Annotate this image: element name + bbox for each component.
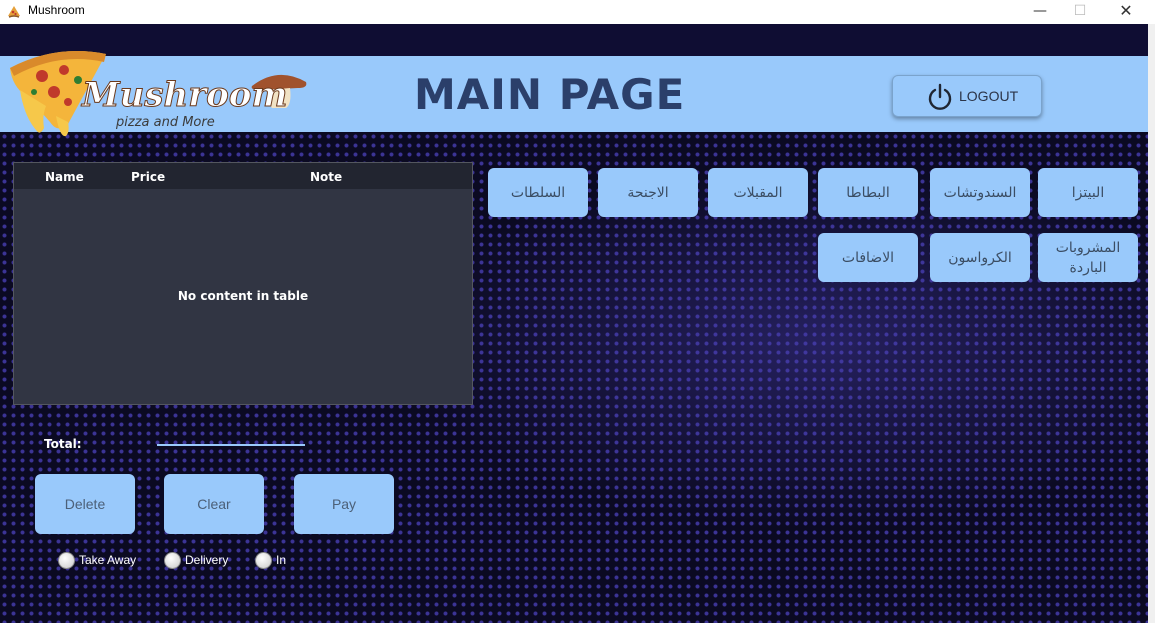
window-title-bar: Mushroom — ☐ ✕	[0, 0, 1155, 24]
column-header-price[interactable]: Price	[131, 170, 165, 184]
category-button-sandwiches[interactable]: السندوتشات	[930, 168, 1030, 217]
logo-tagline: pizza and More	[115, 115, 215, 130]
column-header-note[interactable]: Note	[310, 170, 342, 184]
app-icon	[8, 6, 20, 18]
radio-label-delivery: Delivery	[185, 553, 229, 567]
logo-text: Mushroom	[81, 75, 287, 115]
page-title: MAIN PAGE	[414, 70, 686, 119]
clear-button[interactable]: Clear	[164, 474, 264, 534]
maximize-button[interactable]: ☐	[1057, 0, 1103, 24]
category-button-salads[interactable]: السلطات	[488, 168, 588, 217]
category-button-appetizers[interactable]: المقبلات	[708, 168, 808, 217]
order-table[interactable]: Name Price Note No content in table	[13, 162, 473, 405]
category-button-extras[interactable]: الاضافات	[818, 233, 918, 282]
radio-circle[interactable]	[255, 552, 272, 569]
table-empty-message: No content in table	[177, 289, 309, 303]
logout-button[interactable]: LOGOUT	[892, 75, 1042, 117]
category-button-croissant[interactable]: الكرواسون	[930, 233, 1030, 282]
total-field[interactable]	[157, 430, 305, 446]
power-icon	[928, 83, 952, 110]
category-button-cold-drinks[interactable]: المشروبات الباردة	[1038, 233, 1138, 282]
close-button[interactable]: ✕	[1103, 0, 1149, 24]
total-label: Total:	[44, 437, 82, 451]
radio-circle[interactable]	[58, 552, 75, 569]
window-title: Mushroom	[28, 3, 85, 17]
category-button-potatoes[interactable]: البطاطا	[818, 168, 918, 217]
column-header-name[interactable]: Name	[45, 170, 84, 184]
category-button-pizza[interactable]: البيتزا	[1038, 168, 1138, 217]
delete-button[interactable]: Delete	[35, 474, 135, 534]
radio-circle[interactable]	[164, 552, 181, 569]
category-button-wings[interactable]: الاجنحة	[598, 168, 698, 217]
radio-label-in: In	[276, 553, 287, 567]
mushroom-logo: Mushroom pizza and More	[10, 51, 307, 137]
pay-button[interactable]: Pay	[294, 474, 394, 534]
table-header: Name Price Note	[14, 163, 472, 189]
logout-label: LOGOUT	[959, 88, 1019, 104]
radio-label-take-away: Take Away	[79, 553, 137, 567]
window-edge	[1148, 24, 1155, 623]
